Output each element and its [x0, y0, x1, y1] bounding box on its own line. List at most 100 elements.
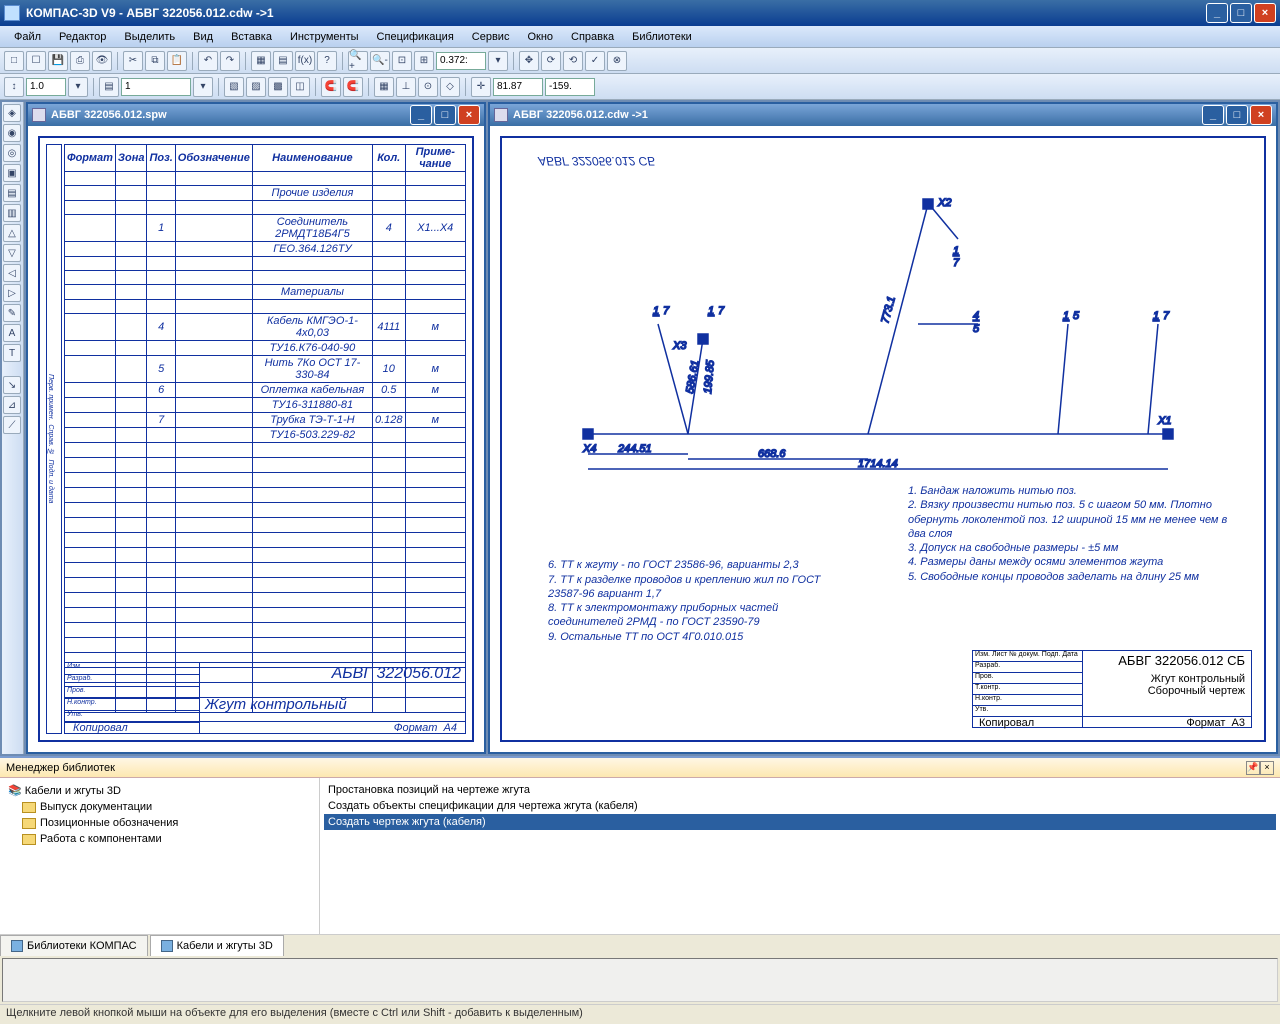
preview-button[interactable]: 👁	[92, 51, 112, 71]
libtab-0[interactable]: Библиотеки КОМПАС	[0, 935, 148, 956]
step-input[interactable]	[26, 78, 66, 96]
vt-1[interactable]: ◈	[3, 104, 21, 122]
vt-14[interactable]: ↘	[3, 376, 21, 394]
status-text: Щелкните левой кнопкой мыши на объекте д…	[6, 1007, 583, 1019]
btn-i[interactable]: ◇	[440, 77, 460, 97]
refresh-button[interactable]: ⟲	[563, 51, 583, 71]
spec-side-column: Перв. примен. Справ. № Подп. и дата	[46, 144, 62, 734]
btn-g[interactable]: ▩	[268, 77, 288, 97]
snap-button[interactable]: ⊙	[418, 77, 438, 97]
drawing-canvas[interactable]: АБВГ 322056.012 СБ X4 X1	[490, 126, 1276, 752]
vt-13[interactable]: T	[3, 344, 21, 362]
dwg-min-button[interactable]: _	[1202, 105, 1224, 125]
tree-root[interactable]: 📚 Кабели и жгуты 3D	[4, 782, 315, 799]
cut-button[interactable]: ✂	[123, 51, 143, 71]
vt-10[interactable]: ▷	[3, 284, 21, 302]
spec-canvas[interactable]: Перв. примен. Справ. № Подп. и дата Форм…	[28, 126, 484, 752]
copy-button[interactable]: ⧉	[145, 51, 165, 71]
btn-b[interactable]: ▤	[273, 51, 293, 71]
open-button[interactable]: ☐	[26, 51, 46, 71]
btn-e[interactable]: ▧	[224, 77, 244, 97]
libmgr-pin-button[interactable]: 📌	[1246, 761, 1260, 775]
tree-item-1[interactable]: Позиционные обозначения	[4, 815, 315, 831]
minimize-button[interactable]: _	[1206, 3, 1228, 23]
zoom-dropdown[interactable]: ▾	[488, 51, 508, 71]
tree-item-0[interactable]: Выпуск документации	[4, 799, 315, 815]
help-button[interactable]: ?	[317, 51, 337, 71]
menu-libraries[interactable]: Библиотеки	[624, 29, 700, 45]
step-dd[interactable]: ▾	[68, 77, 88, 97]
grid-button[interactable]: ▦	[374, 77, 394, 97]
spec-titlebar[interactable]: АБВГ 322056.012.spw _ □ ×	[28, 104, 484, 126]
coord-x-input[interactable]	[493, 78, 543, 96]
toolbar-secondary: ↕ ▾ ▤ ▾ ▧ ▨ ▩ ◫ 🧲 🧲 ▦ ⊥ ⊙ ◇ ✛	[0, 74, 1280, 100]
close-button[interactable]: ×	[1254, 3, 1276, 23]
vt-12[interactable]: A	[3, 324, 21, 342]
libmgr-list[interactable]: Простановка позиций на чертеже жгутаСозд…	[320, 778, 1280, 934]
drawing-titlebar[interactable]: АБВГ 322056.012.cdw ->1 _ □ ×	[490, 104, 1276, 126]
liblist-item-1[interactable]: Создать объекты спецификации для чертежа…	[324, 798, 1276, 814]
zoom-in-button[interactable]: 🔍+	[348, 51, 368, 71]
pan-button[interactable]: ✥	[519, 51, 539, 71]
menu-window[interactable]: Окно	[519, 29, 561, 45]
vt-11[interactable]: ✎	[3, 304, 21, 322]
menu-editor[interactable]: Редактор	[51, 29, 114, 45]
library-manager: Менеджер библиотек 📌 × 📚 Кабели и жгуты …	[0, 756, 1280, 956]
undo-button[interactable]: ↶	[198, 51, 218, 71]
zoom-window-button[interactable]: ⊡	[392, 51, 412, 71]
menu-spec[interactable]: Спецификация	[369, 29, 462, 45]
maximize-button[interactable]: □	[1230, 3, 1252, 23]
libmgr-close-button[interactable]: ×	[1260, 761, 1274, 775]
liblist-item-0[interactable]: Простановка позиций на чертеже жгута	[324, 782, 1276, 798]
paste-button[interactable]: 📋	[167, 51, 187, 71]
step-button[interactable]: ↕	[4, 77, 24, 97]
fx-button[interactable]: f(x)	[295, 51, 315, 71]
btn-a[interactable]: ▦	[251, 51, 271, 71]
tree-item-2[interactable]: Работа с компонентами	[4, 831, 315, 847]
save-button[interactable]: 💾	[48, 51, 68, 71]
liblist-item-2[interactable]: Создать чертеж жгута (кабеля)	[324, 814, 1276, 830]
vt-6[interactable]: ▥	[3, 204, 21, 222]
vt-15[interactable]: ⊿	[3, 396, 21, 414]
spec-max-button[interactable]: □	[434, 105, 456, 125]
spec-min-button[interactable]: _	[410, 105, 432, 125]
vt-8[interactable]: ▽	[3, 244, 21, 262]
btn-f[interactable]: ▨	[246, 77, 266, 97]
zoom-fit-button[interactable]: ⊞	[414, 51, 434, 71]
vt-5[interactable]: ▤	[3, 184, 21, 202]
coord-y-input[interactable]	[545, 78, 595, 96]
ortho-button[interactable]: ⊥	[396, 77, 416, 97]
menu-help[interactable]: Справка	[563, 29, 622, 45]
vt-7[interactable]: △	[3, 224, 21, 242]
zoom-input[interactable]	[436, 52, 486, 70]
vt-3[interactable]: ◎	[3, 144, 21, 162]
libmgr-tree[interactable]: 📚 Кабели и жгуты 3D Выпуск документации …	[0, 778, 320, 934]
libtab-1[interactable]: Кабели и жгуты 3D	[150, 935, 284, 956]
spec-close-button[interactable]: ×	[458, 105, 480, 125]
vt-4[interactable]: ▣	[3, 164, 21, 182]
magnet2-button[interactable]: 🧲	[343, 77, 363, 97]
magnet-button[interactable]: 🧲	[321, 77, 341, 97]
zoom-out-button[interactable]: 🔍-	[370, 51, 390, 71]
menu-view[interactable]: Вид	[185, 29, 221, 45]
redo-button[interactable]: ↷	[220, 51, 240, 71]
print-button[interactable]: ⎙	[70, 51, 90, 71]
layer-input[interactable]	[121, 78, 191, 96]
btn-c[interactable]: ✓	[585, 51, 605, 71]
menu-tools[interactable]: Инструменты	[282, 29, 367, 45]
vt-16[interactable]: ⟋	[3, 416, 21, 434]
vt-9[interactable]: ◁	[3, 264, 21, 282]
menu-file[interactable]: Файл	[6, 29, 49, 45]
btn-h[interactable]: ◫	[290, 77, 310, 97]
new-button[interactable]: □	[4, 51, 24, 71]
vt-2[interactable]: ◉	[3, 124, 21, 142]
dwg-max-button[interactable]: □	[1226, 105, 1248, 125]
menu-select[interactable]: Выделить	[116, 29, 183, 45]
dwg-close-button[interactable]: ×	[1250, 105, 1272, 125]
layer-button[interactable]: ▤	[99, 77, 119, 97]
layer-dd[interactable]: ▾	[193, 77, 213, 97]
menu-insert[interactable]: Вставка	[223, 29, 280, 45]
btn-d[interactable]: ⊗	[607, 51, 627, 71]
menu-service[interactable]: Сервис	[464, 29, 518, 45]
rotate-button[interactable]: ⟳	[541, 51, 561, 71]
